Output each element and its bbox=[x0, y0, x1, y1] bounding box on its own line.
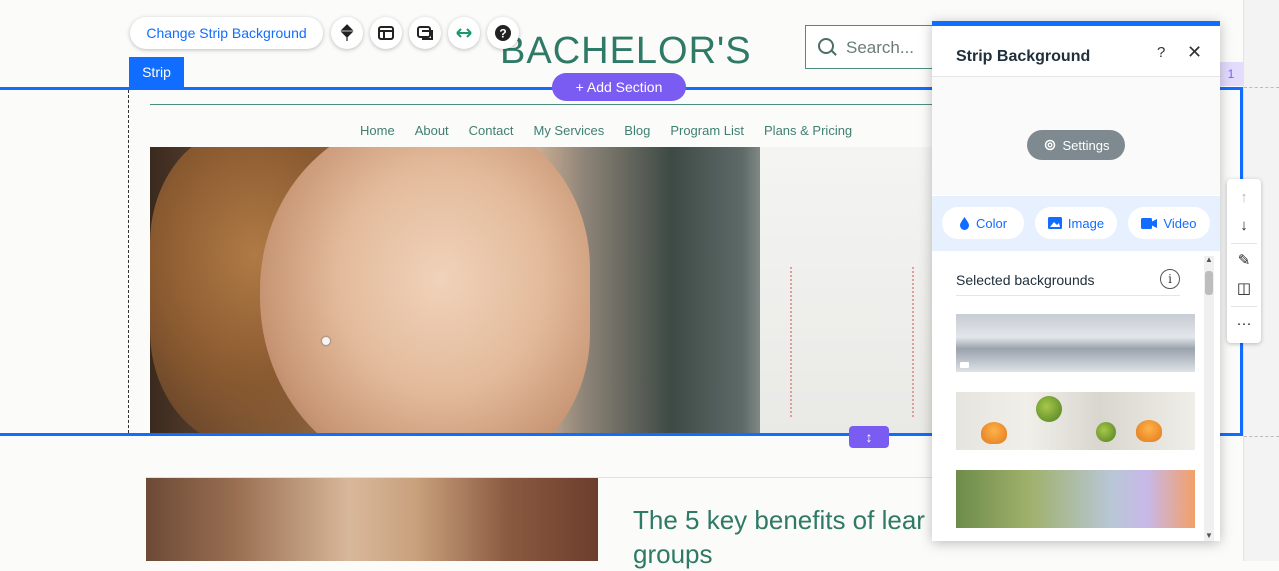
tab-image[interactable]: Image bbox=[1035, 207, 1117, 239]
tab-color-label: Color bbox=[975, 215, 1008, 231]
article-image[interactable] bbox=[146, 478, 598, 561]
info-icon[interactable]: i bbox=[1160, 269, 1180, 289]
settings-button[interactable]: Settings bbox=[1027, 130, 1125, 160]
site-search-input[interactable]: Search... bbox=[805, 25, 945, 69]
hero-face bbox=[260, 147, 590, 434]
tab-image-label: Image bbox=[1067, 215, 1105, 231]
panel-title: Strip Background bbox=[956, 48, 1091, 65]
grid-guide-line bbox=[128, 90, 129, 433]
panel-scrollbar-thumb[interactable] bbox=[1205, 271, 1213, 295]
lime-shape bbox=[1036, 396, 1062, 422]
help-button[interactable]: ? bbox=[487, 17, 519, 49]
animation-button[interactable] bbox=[409, 17, 441, 49]
move-down-icon[interactable]: ↓ bbox=[1227, 212, 1261, 240]
gutter-divider bbox=[1244, 436, 1279, 437]
strip-tag[interactable]: Strip bbox=[129, 57, 184, 87]
lime-shape bbox=[1096, 422, 1116, 442]
change-strip-background-button[interactable]: Change Strip Background bbox=[130, 17, 323, 49]
selected-backgrounds-divider bbox=[956, 295, 1180, 296]
svg-text:?: ? bbox=[499, 27, 506, 41]
image-icon bbox=[1047, 217, 1062, 229]
orange-shape bbox=[1136, 420, 1162, 442]
nav-item-plans-pricing[interactable]: Plans & Pricing bbox=[764, 123, 852, 138]
actions-divider bbox=[1231, 306, 1257, 307]
background-thumbnail-citrus[interactable] bbox=[956, 392, 1195, 450]
nav-item-blog[interactable]: Blog bbox=[624, 123, 650, 138]
search-icon bbox=[818, 38, 834, 54]
scroll-down-arrow[interactable]: ▼ bbox=[1205, 531, 1213, 540]
stretch-button[interactable] bbox=[448, 17, 480, 49]
drop-icon bbox=[959, 216, 969, 230]
nav-item-program-list[interactable]: Program List bbox=[670, 123, 744, 138]
nav-item-about[interactable]: About bbox=[415, 123, 449, 138]
panel-scrollbar[interactable] bbox=[1204, 256, 1214, 541]
nav-item-my-services[interactable]: My Services bbox=[533, 123, 604, 138]
background-thumbnail-mountains[interactable] bbox=[956, 314, 1195, 372]
orange-shape bbox=[981, 422, 1007, 444]
tab-video-label: Video bbox=[1163, 215, 1197, 231]
gear-icon bbox=[1044, 139, 1055, 151]
background-thumbnail-gradient[interactable] bbox=[956, 470, 1195, 528]
edit-icon[interactable]: ✎ bbox=[1227, 247, 1261, 275]
add-section-button[interactable]: + Add Section bbox=[552, 73, 686, 101]
stretch-icon bbox=[456, 28, 472, 38]
layout-icon bbox=[378, 26, 394, 40]
hero-image[interactable] bbox=[150, 147, 940, 434]
layers-button[interactable] bbox=[331, 17, 363, 49]
nav-item-contact[interactable]: Contact bbox=[469, 123, 514, 138]
help-icon: ? bbox=[495, 25, 511, 41]
video-badge-icon bbox=[960, 362, 969, 368]
section-count-badge[interactable]: 1 bbox=[1219, 62, 1243, 86]
layout-section-icon[interactable]: ◫ bbox=[1227, 275, 1261, 303]
nav-item-home[interactable]: Home bbox=[360, 123, 395, 138]
scroll-up-arrow[interactable]: ▲ bbox=[1205, 255, 1213, 264]
animation-icon bbox=[417, 26, 433, 40]
panel-close-icon[interactable]: ✕ bbox=[1187, 42, 1202, 63]
gutter-divider bbox=[1244, 87, 1279, 88]
settings-label: Settings bbox=[1062, 137, 1110, 153]
video-icon bbox=[1141, 217, 1158, 229]
hero-earring bbox=[322, 337, 330, 345]
selected-backgrounds-label: Selected backgrounds bbox=[956, 272, 1095, 288]
layout-button[interactable] bbox=[370, 17, 402, 49]
search-placeholder: Search... bbox=[846, 38, 915, 57]
strip-background-panel: Strip Background ? ✕ Settings Color Imag… bbox=[932, 21, 1220, 541]
whiteboard-scribble bbox=[790, 267, 914, 417]
nav-divider bbox=[150, 104, 940, 105]
move-up-icon[interactable]: ↑ bbox=[1227, 184, 1261, 212]
resize-handle[interactable]: ↕ bbox=[849, 426, 889, 448]
tab-color[interactable]: Color bbox=[942, 207, 1024, 239]
actions-divider bbox=[1231, 243, 1257, 244]
panel-help-icon[interactable]: ? bbox=[1157, 44, 1165, 61]
site-nav: Home About Contact My Services Blog Prog… bbox=[360, 123, 852, 138]
tab-video[interactable]: Video bbox=[1128, 207, 1210, 239]
site-title[interactable]: BACHELOR'S bbox=[500, 30, 752, 73]
layers-icon bbox=[340, 24, 354, 41]
section-actions-bar: ↑ ↓ ✎ ◫ ··· bbox=[1227, 179, 1261, 343]
more-actions-icon[interactable]: ··· bbox=[1227, 310, 1261, 338]
